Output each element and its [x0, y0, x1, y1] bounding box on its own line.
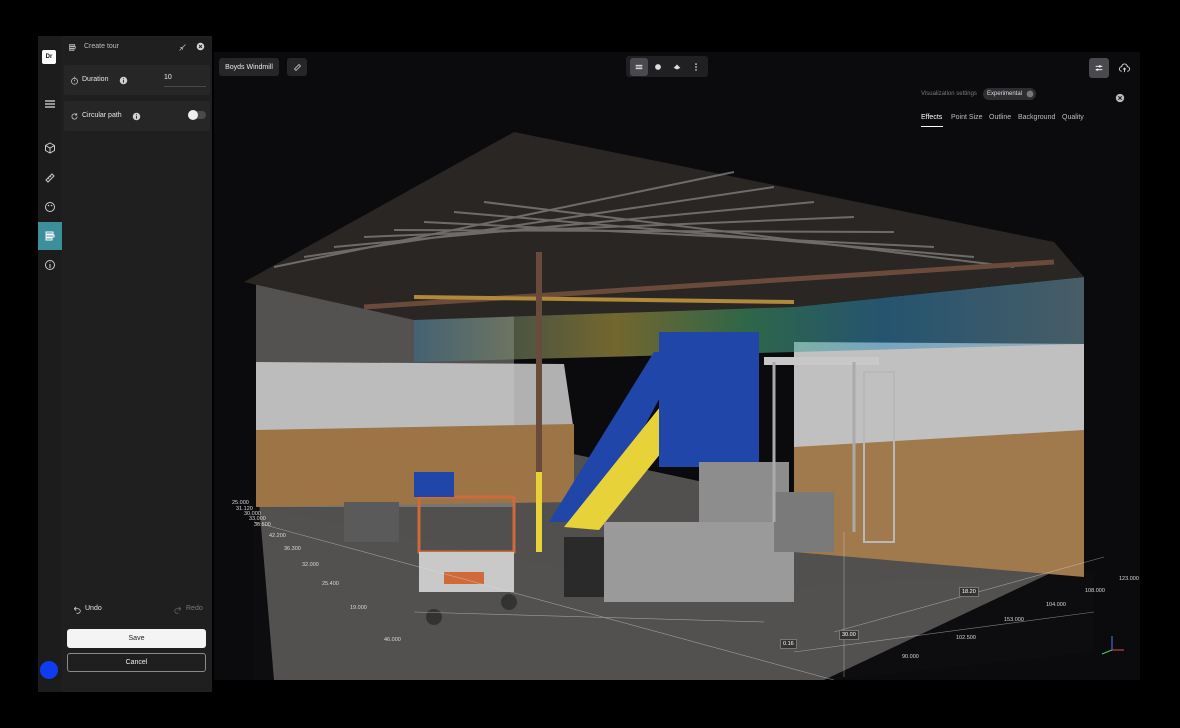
close-settings-icon[interactable]	[1115, 90, 1125, 103]
point-cloud-viewer[interactable]: Boyds Windmill Visualization settings Ex…	[214, 52, 1140, 680]
info-icon	[1026, 90, 1034, 98]
measurement-label: 0.16	[780, 639, 797, 649]
more-icon[interactable]	[687, 58, 705, 76]
close-icon[interactable]	[195, 41, 206, 52]
experimental-badge: Experimental	[983, 88, 1037, 100]
circular-path-toggle[interactable]	[188, 110, 206, 120]
coord-label: 42.200	[269, 533, 286, 539]
measurement-label: 18.20	[959, 587, 979, 597]
view-mode-toolbar	[626, 56, 708, 77]
tab-quality[interactable]: Quality	[1062, 114, 1084, 121]
coord-label: 46.000	[384, 637, 401, 643]
layers-icon[interactable]	[630, 58, 648, 76]
palette-icon[interactable]	[38, 194, 62, 220]
undo-icon[interactable]	[71, 604, 81, 614]
upload-button[interactable]	[1114, 58, 1134, 78]
coord-label: 102.500	[956, 635, 976, 641]
redo-icon[interactable]	[173, 604, 183, 614]
coord-label: 36.300	[284, 546, 301, 552]
ruler-icon	[293, 63, 301, 71]
settings-button[interactable]	[1089, 58, 1109, 78]
measurement-label: 30.00	[839, 630, 859, 640]
tour-icon[interactable]	[38, 222, 62, 250]
minimize-icon[interactable]	[177, 42, 187, 52]
create-tour-panel: Create tour Duration 10 Circular path Un…	[62, 36, 212, 692]
coord-label: 36.500	[254, 522, 271, 528]
tour-icon	[67, 42, 77, 52]
menu-icon[interactable]	[38, 91, 62, 117]
timer-icon	[69, 75, 79, 85]
experimental-badge-label: Experimental	[987, 91, 1023, 97]
coord-label: 104.000	[1046, 602, 1066, 608]
coord-label: 90.000	[902, 654, 919, 660]
coord-label: 19.000	[350, 605, 367, 611]
sphere-icon[interactable]	[649, 58, 667, 76]
project-name: Boyds Windmill	[225, 63, 273, 71]
axis-gizmo-icon	[1101, 636, 1124, 655]
duration-input[interactable]: 10	[164, 74, 206, 87]
save-button[interactable]: Save	[67, 629, 206, 648]
tab-outline[interactable]: Outline	[989, 114, 1011, 121]
info-icon[interactable]	[38, 252, 62, 278]
project-name-pill[interactable]: Boyds Windmill	[219, 58, 279, 76]
cube-icon[interactable]	[38, 135, 62, 161]
ruler-icon[interactable]	[38, 165, 62, 191]
app-logo: Dr	[42, 50, 56, 64]
duration-row: Duration 10	[64, 65, 210, 95]
coord-label: 153.000	[1004, 617, 1024, 623]
coord-label: 32.000	[302, 562, 319, 568]
circular-path-label: Circular path	[82, 112, 122, 119]
avatar[interactable]	[40, 661, 58, 679]
tab-effects[interactable]: Effects	[921, 114, 942, 121]
sliders-icon	[1095, 65, 1103, 71]
point-cloud-scene	[244, 132, 1105, 680]
undo-button[interactable]: Undo	[85, 605, 102, 612]
active-tab-underline	[921, 126, 943, 127]
viz-settings-label: Visualization settings	[921, 91, 977, 97]
measure-tool-button[interactable]	[287, 58, 307, 76]
cancel-button[interactable]: Cancel	[67, 653, 206, 672]
stack-icon[interactable]	[668, 58, 686, 76]
info-icon[interactable]	[131, 111, 141, 121]
panel-title: Create tour	[84, 43, 120, 50]
left-rail: Dr	[38, 36, 62, 692]
info-icon[interactable]	[118, 75, 128, 85]
tab-point-size[interactable]: Point Size	[951, 114, 983, 121]
tab-background[interactable]: Background	[1018, 114, 1055, 121]
coord-label: 25.400	[322, 581, 339, 587]
loop-icon	[69, 111, 79, 121]
circular-path-row: Circular path	[64, 101, 210, 131]
coord-label: 123.000	[1119, 576, 1139, 582]
coord-label: 108.000	[1085, 588, 1105, 594]
duration-label: Duration	[82, 76, 109, 83]
redo-button[interactable]: Redo	[186, 605, 203, 612]
toggle-knob	[188, 110, 198, 120]
cloud-upload-icon	[1118, 63, 1130, 72]
